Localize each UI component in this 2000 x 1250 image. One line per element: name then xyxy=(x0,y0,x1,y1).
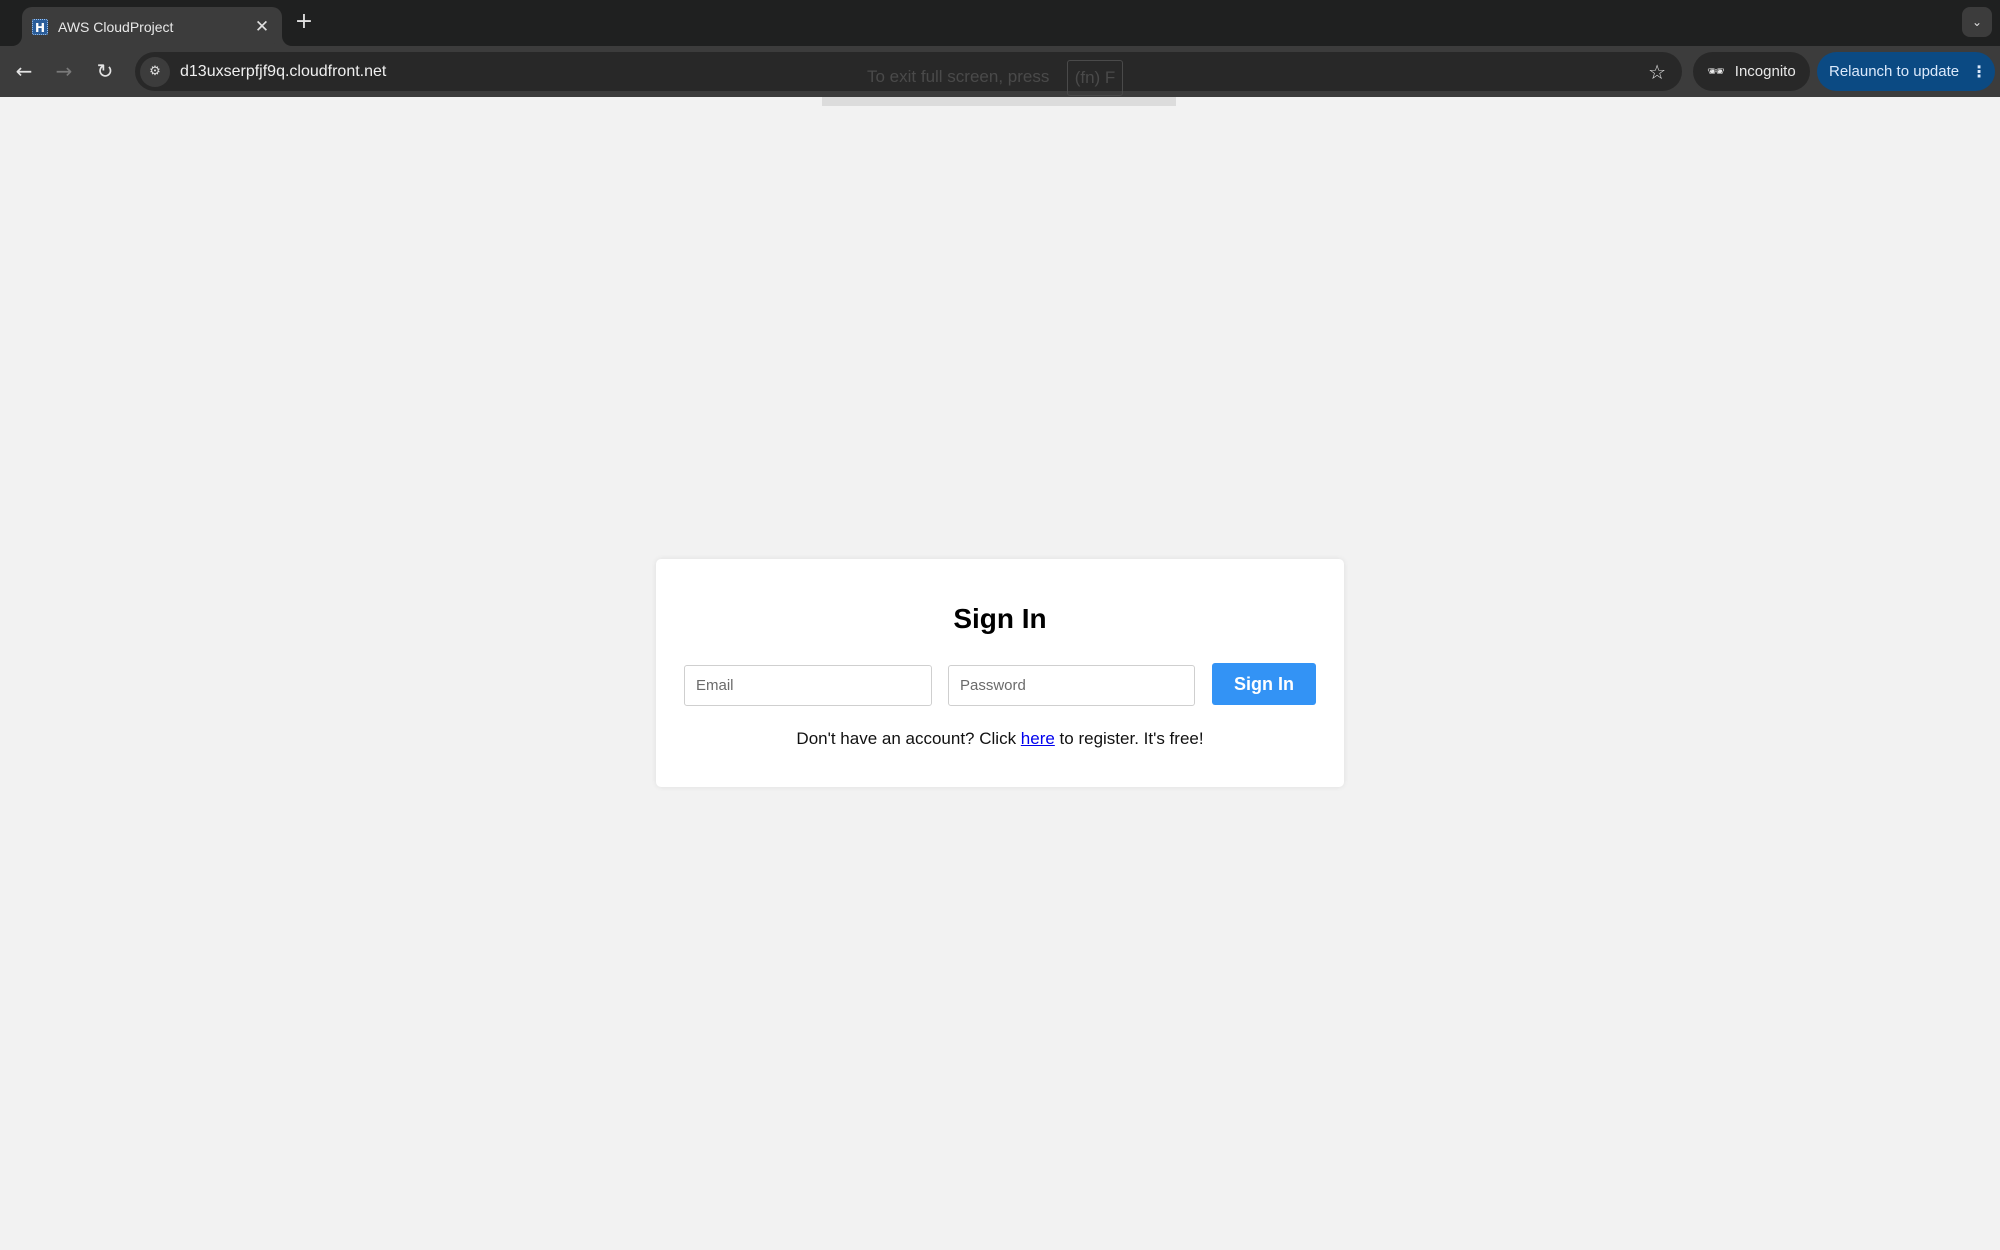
sign-in-button[interactable]: Sign In xyxy=(1212,663,1316,705)
relaunch-label: Relaunch to update xyxy=(1829,63,1960,80)
fullscreen-exit-hint: To exit full screen, press (fn) F xyxy=(822,58,1176,106)
more-vert-icon[interactable]: ⋮ xyxy=(1971,62,1987,81)
page-title: Sign In xyxy=(953,603,1047,634)
site-info-tune-icon[interactable]: ⚙ xyxy=(140,56,170,87)
hint-key: (fn) F xyxy=(1067,60,1123,96)
password-field[interactable] xyxy=(948,665,1195,706)
register-link[interactable]: here xyxy=(1021,729,1055,748)
relaunch-to-update-button[interactable]: Relaunch to update ⋮ xyxy=(1817,52,1995,91)
sign-in-card: Sign In Sign In Don't have an account? C… xyxy=(656,559,1344,787)
incognito-icon: 🕶 xyxy=(1707,63,1725,80)
forward-arrow-icon[interactable]: → xyxy=(47,54,81,88)
new-tab-button[interactable]: + xyxy=(291,9,317,35)
tab-title: AWS CloudProject xyxy=(58,18,174,35)
hint-text: To exit full screen, press xyxy=(867,67,1050,86)
site-favicon-icon: H xyxy=(32,18,48,35)
reload-icon[interactable]: ↻ xyxy=(88,54,122,88)
tab-aws-cloudproject[interactable]: H AWS CloudProject ✕ xyxy=(22,7,282,46)
back-arrow-icon[interactable]: ← xyxy=(7,54,41,88)
incognito-label: Incognito xyxy=(1734,63,1796,80)
register-prompt: Don't have an account? Click here to reg… xyxy=(656,729,1344,749)
register-prefix: Don't have an account? Click xyxy=(796,729,1021,748)
incognito-indicator[interactable]: 🕶 Incognito xyxy=(1693,52,1810,91)
email-field[interactable] xyxy=(684,665,932,706)
tab-strip: H AWS CloudProject ✕ + ⌄ xyxy=(0,0,2000,46)
tab-search-chevron-down-icon[interactable]: ⌄ xyxy=(1962,7,1992,37)
hint-shadow xyxy=(822,97,1176,106)
close-tab-icon[interactable]: ✕ xyxy=(252,17,272,37)
bookmark-star-icon[interactable]: ☆ xyxy=(1648,60,1666,84)
register-suffix: to register. It's free! xyxy=(1054,729,1204,748)
